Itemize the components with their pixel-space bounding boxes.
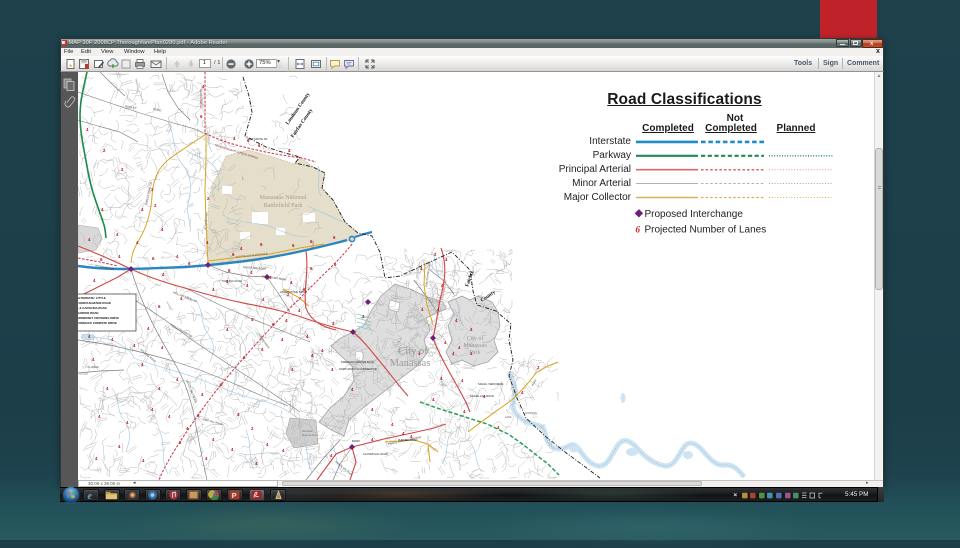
svg-text:y of: y of <box>82 364 90 369</box>
svg-text:Projected Number of Lanes: Projected Number of Lanes <box>645 225 767 236</box>
svg-text:PURCELL ROAD: PURCELL ROAD <box>398 439 418 442</box>
svg-text:1 & CAROLINA ROAD: 1 & CAROLINA ROAD <box>78 306 107 310</box>
svg-text:Manassas: Manassas <box>390 358 431 369</box>
svg-text:THOROUGHFARE ROAD: THOROUGHFARE ROAD <box>78 301 111 305</box>
svg-text:JACKSON: JACKSON <box>525 412 537 415</box>
svg-text:BARRY: BARRY <box>352 440 361 443</box>
svg-text:Manassas: Manassas <box>463 343 487 349</box>
svg-text:SIGNAL HILL ROAD: SIGNAL HILL ROAD <box>470 394 494 398</box>
svg-text:Park: Park <box>470 350 481 356</box>
svg-text:Regional Airport: Regional Airport <box>302 434 319 437</box>
svg-text:P: P <box>232 491 237 500</box>
svg-text:LL ROAD: LL ROAD <box>88 366 99 369</box>
svg-text:WEB SPRING RD: WEB SPRING RD <box>248 138 268 141</box>
svg-text:Manassas National: Manassas National <box>260 194 307 201</box>
svg-text:Proposed Interchange: Proposed Interchange <box>645 209 744 220</box>
svg-text:HARPER ROAD: HARPER ROAD <box>78 311 99 315</box>
svg-text:e: e <box>87 490 92 499</box>
svg-text:BYPASS NORTH: BYPASS NORTH <box>200 89 203 108</box>
svg-text:COVERSTONE DRIVE: COVERSTONE DRIVE <box>280 290 307 294</box>
svg-text:ALTERNATE: LITTLE: ALTERNATE: LITTLE <box>78 296 106 300</box>
svg-text:SOMERSET CROSSING DRIVE: SOMERSET CROSSING DRIVE <box>78 316 119 320</box>
svg-text:6: 6 <box>636 225 641 235</box>
svg-text:SIGNAL VIEW DRIVE: SIGNAL VIEW DRIVE <box>478 382 504 386</box>
svg-text:CLOVER HILL ROAD: CLOVER HILL ROAD <box>363 452 388 456</box>
svg-text:City of: City of <box>467 335 484 342</box>
svg-text:CORMACK COMPETE DRIVE: CORMACK COMPETE DRIVE <box>78 321 117 325</box>
svg-text:Manassas: Manassas <box>302 431 313 433</box>
svg-text:City of: City of <box>398 346 428 357</box>
svg-text:Battlefield Park: Battlefield Park <box>263 202 303 209</box>
svg-text:FREEDOM CENTER BLVD: FREEDOM CENTER BLVD <box>341 360 374 364</box>
svg-text:assas: assas <box>79 371 88 376</box>
svg-text:CUSHING ROAD: CUSHING ROAD <box>222 279 242 283</box>
svg-text:LAKE: LAKE <box>505 416 512 419</box>
svg-text:NORTH/SOUTH CONNECTOR: NORTH/SOUTH CONNECTOR <box>339 367 377 371</box>
